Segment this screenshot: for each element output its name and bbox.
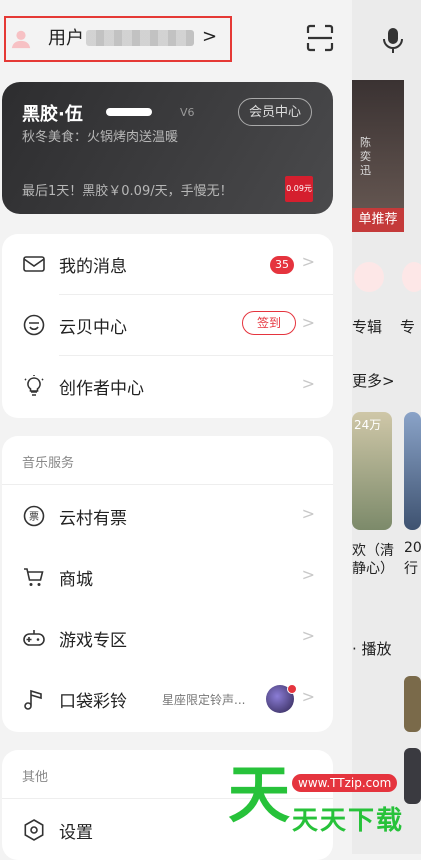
menu-item-creator-center[interactable]: 创作者中心 > bbox=[2, 356, 333, 416]
play-all-label[interactable]: · 播放 bbox=[352, 638, 392, 659]
scan-icon[interactable] bbox=[306, 24, 334, 52]
menu-item-label: 设置 bbox=[59, 823, 93, 843]
playlist-cover-2[interactable] bbox=[404, 412, 421, 530]
chevron-right-icon: > bbox=[301, 374, 315, 393]
main-menu-card: 我的消息 35 > 云贝中心 签到 > 创作者中心 > bbox=[2, 234, 333, 418]
menu-item-label: 游戏专区 bbox=[59, 631, 127, 651]
message-count-badge: 35 bbox=[270, 256, 294, 274]
vip-price-tag[interactable]: 0.09元 bbox=[285, 176, 313, 202]
chevron-right-icon: > bbox=[301, 687, 315, 706]
watermark: 天 www.TTzip.com 天天下载 bbox=[228, 760, 408, 840]
watermark-text: 天天下载 bbox=[292, 806, 405, 836]
watermark-logo: 天 bbox=[228, 758, 291, 831]
recommend-card-artist: 陈奕迅 bbox=[360, 136, 371, 177]
menu-item-label: 云村有票 bbox=[59, 509, 127, 529]
lightbulb-icon bbox=[24, 375, 44, 396]
menu-item-label: 商城 bbox=[59, 570, 93, 590]
settings-hexagon-icon bbox=[24, 819, 44, 841]
microphone-icon[interactable] bbox=[380, 26, 406, 54]
menu-item-cloud-shell[interactable]: 云贝中心 签到 > bbox=[2, 295, 333, 355]
chevron-right-icon: > bbox=[301, 626, 315, 645]
menu-item-label: 我的消息 bbox=[59, 257, 127, 277]
menu-item-messages[interactable]: 我的消息 35 > bbox=[2, 234, 333, 294]
topic-icon[interactable] bbox=[402, 262, 421, 292]
menu-item-store[interactable]: 商城 > bbox=[2, 547, 333, 607]
chevron-right-icon: > bbox=[301, 565, 315, 584]
signin-button[interactable]: 签到 bbox=[242, 311, 296, 335]
menu-item-label: 云贝中心 bbox=[59, 318, 127, 338]
ringtone-hint: 星座限定铃声... bbox=[162, 693, 246, 707]
playlist-title-2: 静心） bbox=[352, 561, 394, 577]
vip-title: 黑胶·伍 bbox=[22, 104, 83, 125]
gamepad-icon bbox=[23, 630, 45, 646]
chevron-right-icon: > bbox=[301, 504, 315, 523]
recommend-card-tag: 单推荐 bbox=[352, 208, 404, 232]
menu-item-label: 创作者中心 bbox=[59, 379, 144, 399]
vip-level: V6 bbox=[180, 106, 195, 119]
section-title: 其他 bbox=[22, 770, 49, 785]
svg-text:票: 票 bbox=[29, 511, 39, 523]
menu-item-label: 口袋彩铃 bbox=[59, 692, 127, 712]
more-link[interactable]: 更多> bbox=[352, 370, 395, 391]
song-cover[interactable] bbox=[404, 676, 421, 732]
menu-item-games[interactable]: 游戏专区 > bbox=[2, 608, 333, 668]
playlist-title: 欢（清 bbox=[352, 543, 394, 559]
vip-card[interactable]: 黑胶·伍 V6 会员中心 秋冬美食：火锅烤肉送温暖 最后1天！黑胶￥0.09/天… bbox=[2, 82, 333, 214]
playlist-year: 20 bbox=[404, 540, 421, 556]
menu-item-tickets[interactable]: 票 云村有票 > bbox=[2, 486, 333, 546]
chevron-right-icon: > bbox=[301, 252, 315, 271]
topic-label: 专 bbox=[400, 318, 416, 336]
ticket-icon: 票 bbox=[23, 505, 45, 527]
watermark-site: www.TTzip.com bbox=[292, 774, 398, 792]
shopping-cart-icon bbox=[24, 568, 44, 586]
ringtone-note-icon bbox=[24, 689, 42, 710]
side-drawer: 用户 > 黑胶·伍 V6 会员中心 秋冬美食：火锅烤肉送温暖 最后1天！黑胶￥0… bbox=[0, 0, 352, 860]
album-icon[interactable] bbox=[354, 262, 384, 292]
album-label: 专辑 bbox=[352, 318, 383, 336]
drawer-header: 用户 > bbox=[0, 0, 352, 80]
vip-subtitle: 秋冬美食：火锅烤肉送温暖 bbox=[22, 130, 179, 145]
shell-coin-icon bbox=[23, 314, 45, 336]
playlist-play-count: 24万 bbox=[354, 418, 382, 432]
username-highlight-box bbox=[4, 16, 232, 62]
vip-center-button[interactable]: 会员中心 bbox=[238, 98, 312, 126]
mail-icon bbox=[23, 256, 45, 272]
notification-dot bbox=[287, 684, 297, 694]
section-title: 音乐服务 bbox=[22, 456, 75, 471]
chevron-right-icon: > bbox=[301, 313, 315, 332]
vip-offer-text[interactable]: 最后1天！黑胶￥0.09/天，手慢无！ bbox=[22, 180, 233, 199]
playlist-year-2: 行 bbox=[404, 561, 418, 577]
vip-progress-bar bbox=[106, 108, 152, 116]
divider bbox=[2, 484, 333, 485]
music-services-card: 音乐服务 票 云村有票 > 商城 > 游戏专区 > 口袋彩铃 星座限定铃声...… bbox=[2, 436, 333, 732]
menu-item-ringtones[interactable]: 口袋彩铃 星座限定铃声... > bbox=[2, 669, 333, 729]
